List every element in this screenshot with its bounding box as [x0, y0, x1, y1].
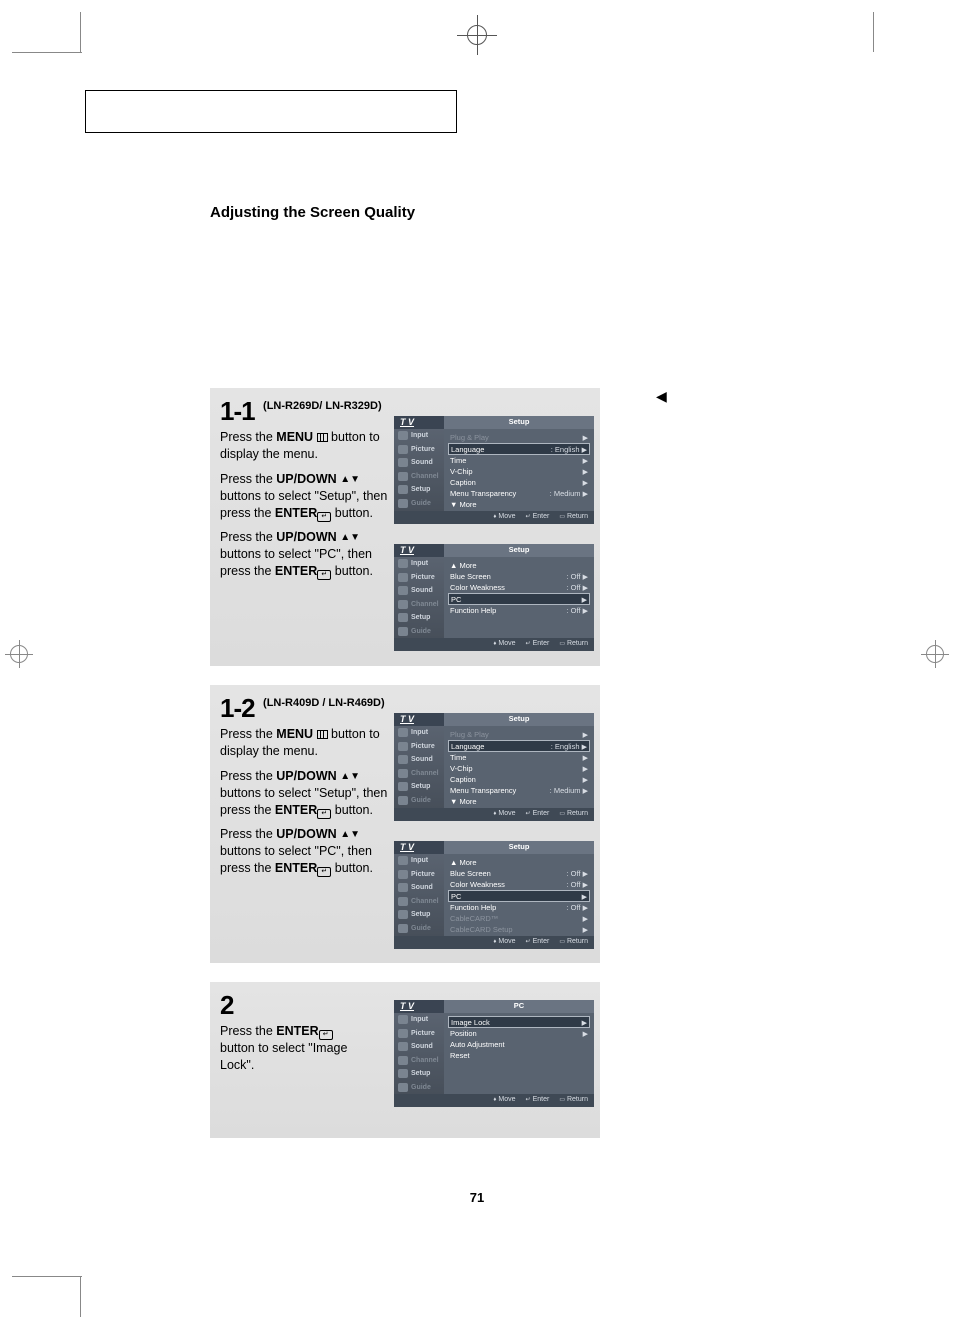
crop-corner [873, 12, 874, 52]
crop-corner [12, 1276, 82, 1277]
title-box [85, 90, 457, 133]
step-2: 2 Press the ENTER button to select "Imag… [210, 982, 600, 1138]
step-number: 2 [220, 990, 233, 1021]
back-arrow-icon: ◀ [656, 388, 667, 405]
registration-mark-left [5, 640, 33, 668]
step-number: 1-2 [220, 693, 255, 724]
page-number: 71 [470, 1190, 484, 1205]
osd-pc-menu: T VPC Input Picture Sound Channel Setup … [394, 1000, 594, 1107]
crop-corner [12, 52, 82, 53]
enter-icon [317, 809, 331, 819]
step-body: Press the MENU button to display the men… [220, 726, 390, 877]
crop-corner [80, 12, 81, 52]
up-down-icon: ▲▼ [340, 828, 360, 842]
crop-mark-top [457, 15, 497, 55]
osd-setup-pc: T VSetup Input Picture Sound Channel Set… [394, 544, 594, 651]
up-down-icon: ▲▼ [340, 770, 360, 784]
step-1-2: 1-2 (LN-R409D / LN-R469D) Press the MENU… [210, 685, 600, 963]
up-down-icon: ▲▼ [340, 473, 360, 487]
enter-icon [317, 570, 331, 580]
section-title: Adjusting the Screen Quality [210, 204, 415, 221]
step-body: Press the ENTER button to select "Image … [220, 1023, 370, 1074]
enter-icon [319, 1030, 333, 1040]
osd-setup-pc-ext: T VSetup Input Picture Sound Channel Set… [394, 841, 594, 949]
menu-icon [317, 433, 328, 442]
enter-icon [317, 867, 331, 877]
model-label: (LN-R409D / LN-R469D) [263, 697, 385, 709]
model-label: (LN-R269D/ LN-R329D) [263, 400, 382, 412]
menu-icon [317, 730, 328, 739]
enter-icon [317, 512, 331, 522]
up-down-icon: ▲▼ [340, 531, 360, 545]
step-number: 1-1 [220, 396, 255, 427]
osd-setup-top: T VSetup Input Picture Sound Channel Set… [394, 713, 594, 821]
step-1-1: 1-1 (LN-R269D/ LN-R329D) Press the MENU … [210, 388, 600, 666]
registration-mark-right [921, 640, 949, 668]
step-body: Press the MENU button to display the men… [220, 429, 390, 580]
osd-setup-top: T VSetup Input Picture Sound Channel Set… [394, 416, 594, 524]
crop-corner [80, 1277, 81, 1317]
